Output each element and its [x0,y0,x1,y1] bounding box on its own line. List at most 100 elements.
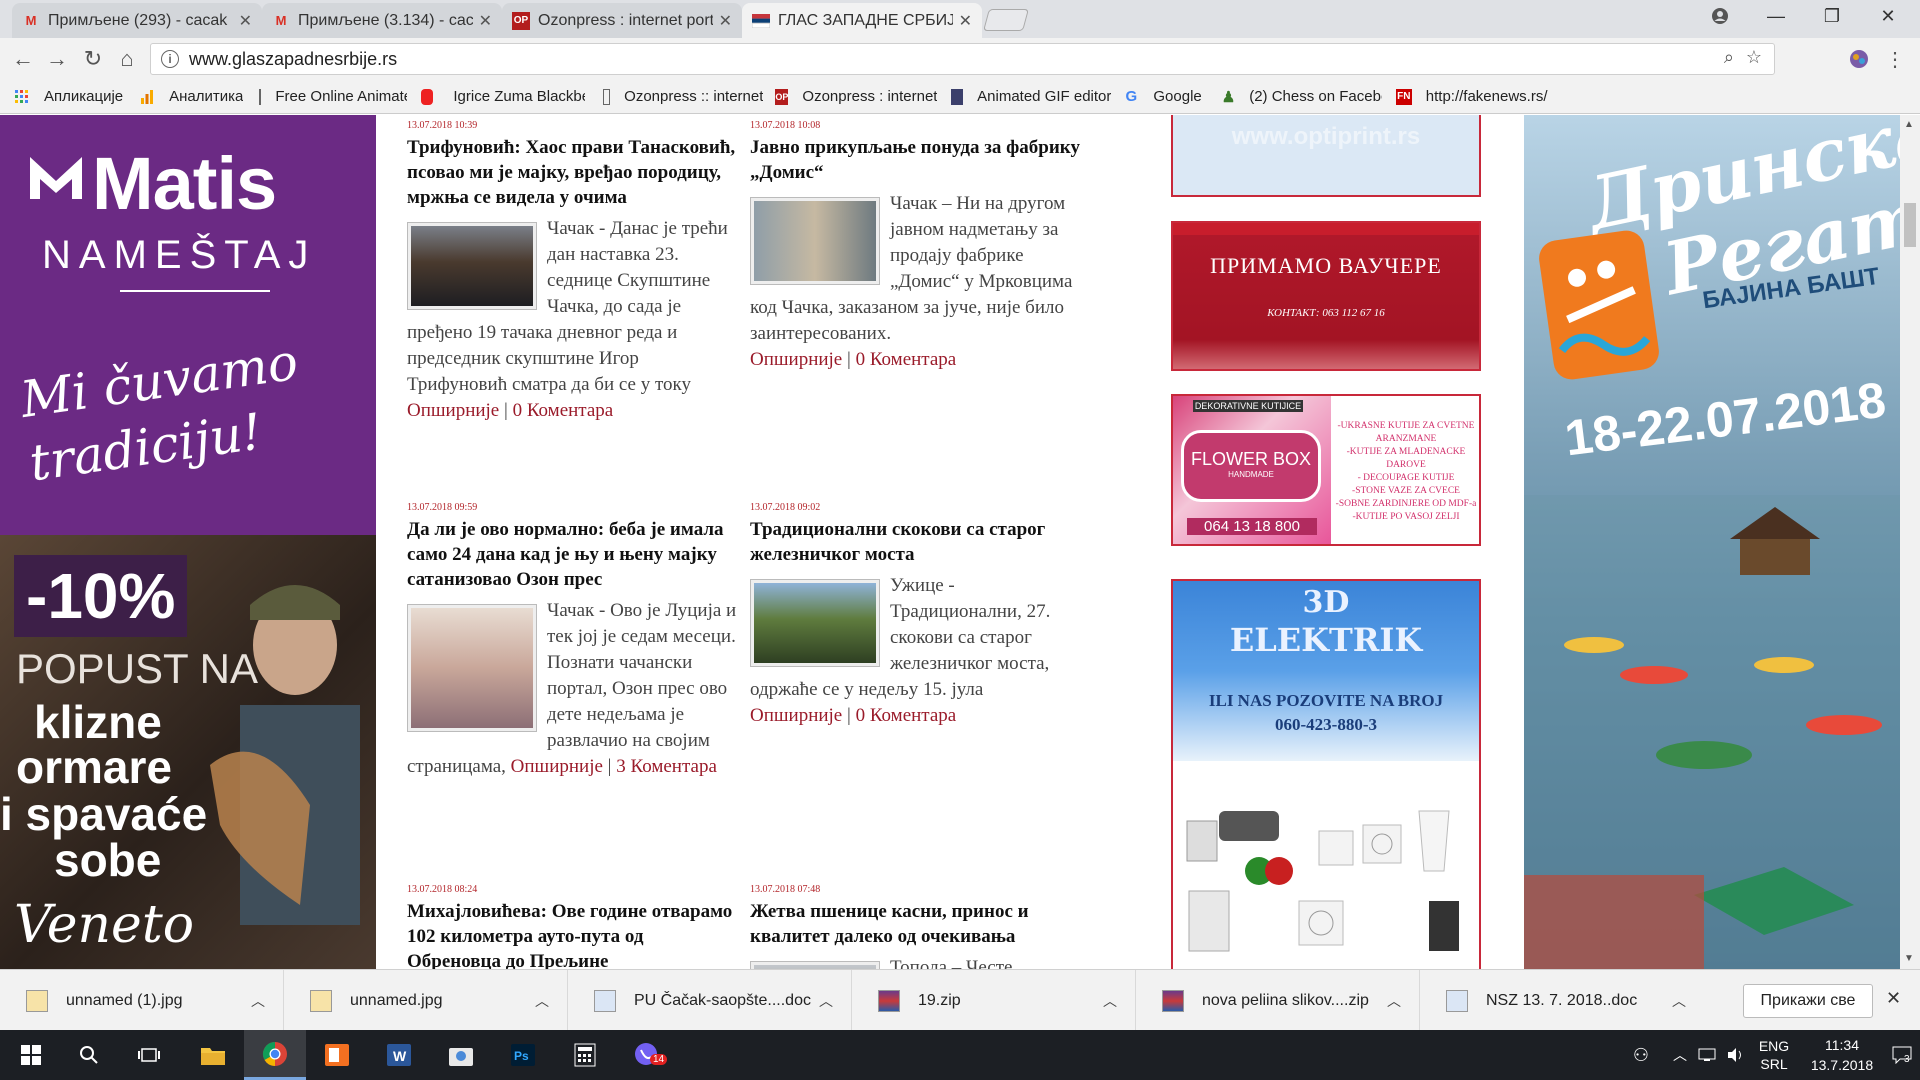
forward-button[interactable]: → [42,45,72,73]
extension-icon[interactable] [1844,45,1874,73]
article-thumbnail[interactable] [407,222,537,310]
scrollbar-thumb[interactable] [1904,203,1916,247]
new-tab-button[interactable] [983,9,1029,31]
show-all-downloads-button[interactable]: Прикажи све [1743,984,1873,1018]
ad-vouchers[interactable]: ПРИМАМО ВАУЧЕРЕ КОНТАКТ: 063 112 67 16 [1171,221,1481,371]
ad-flower-box[interactable]: DEKORATIVNE KUTIJICE FLOWER BOX HANDMADE… [1171,394,1481,546]
ad-optiprint[interactable]: www.optiprint.rs [1171,115,1481,197]
bookmark-ozonpress-internet[interactable]: Ozonpress :: internet [603,88,763,105]
chevron-up-icon[interactable]: ︿ [1387,991,1401,1011]
ad-3d-elektrik[interactable]: 3D ELEKTRIK ILI NAS POZOVITE NA BROJ 060… [1171,579,1481,969]
read-more-link[interactable]: Опширније [750,705,842,726]
elektrik-name: ELEKTRIK [1229,621,1423,659]
bookmark-igrice-zuma[interactable]: Igrice Zuma Blackbe [453,88,585,105]
chevron-up-icon[interactable]: ︿ [251,991,265,1011]
search-icon[interactable] [58,1030,120,1080]
article-title[interactable]: Јавно прикупљање понуда за фабрику „Доми… [750,135,1080,185]
tab-ozonpress[interactable]: OP Ozonpress : internet port ✕ [502,3,742,38]
language-indicator[interactable]: ENG SRL [1750,1030,1798,1080]
bookmark-animated-gif-editor[interactable]: Animated GIF editor [951,88,1111,105]
chrome-icon[interactable] [244,1030,306,1080]
bookmark-apps[interactable]: Апликације [14,88,123,105]
zoom-search-icon[interactable]: ⌕ [1724,47,1734,68]
info-icon[interactable]: i [161,50,179,68]
article-title[interactable]: Традиционални скокови са старог железнич… [750,517,1080,567]
chevron-up-icon[interactable]: ︿ [1103,991,1117,1011]
bookmark-ozonpress-internet-2[interactable]: OP Ozonpress : internet [775,88,937,105]
back-button[interactable]: ← [8,45,38,73]
tab-gmail-1[interactable]: M Примљене (293) - cacak ✕ [12,3,262,38]
people-icon[interactable]: ⚇ [1626,1030,1656,1080]
tab-glas-zapadne-srbije[interactable]: ГЛАС ЗАПАДНЕ СРБИЈЕ ✕ [742,3,982,38]
star-icon[interactable]: ☆ [1746,47,1762,68]
download-item[interactable]: NSZ 13. 7. 2018..doc ︿ [1420,970,1704,1031]
ad-matis-top: Matis NAMEŠTAJ Mi čuvamo tradiciju! [0,115,376,535]
ad-matis-banner[interactable]: Matis NAMEŠTAJ Mi čuvamo tradiciju! -10%… [0,115,376,969]
article-thumbnail[interactable] [750,961,880,969]
zip-file-icon [878,989,900,1012]
article-thumbnail[interactable] [407,604,537,732]
download-item[interactable]: unnamed.jpg ︿ [284,970,568,1031]
close-window-button[interactable]: ✕ [1860,0,1916,32]
download-item[interactable]: 19.zip ︿ [852,970,1136,1031]
download-name: NSZ 13. 7. 2018..doc [1486,991,1638,1009]
bookmark-free-online-animate[interactable]: Free Online Animate [259,88,407,105]
volume-icon[interactable] [1722,1030,1748,1080]
close-tab-icon[interactable]: ✕ [479,11,492,31]
start-button[interactable] [0,1030,62,1080]
task-view-icon[interactable] [118,1030,180,1080]
calculator-icon[interactable] [554,1030,616,1080]
article-title[interactable]: Михајловићева: Ове године отварамо 102 к… [407,899,737,969]
reload-button[interactable]: ↻ [78,45,108,73]
comments-link[interactable]: 0 Коментара [513,400,614,421]
article-thumbnail[interactable] [750,579,880,667]
bookmark-red-app[interactable] [421,88,447,105]
tab-gmail-2[interactable]: M Примљене (3.134) - caca ✕ [262,3,502,38]
tray-chevron-icon[interactable]: ︿ [1668,1030,1692,1080]
article-title[interactable]: Жетва пшенице касни, принос и квалитет д… [750,899,1080,949]
read-more-link[interactable]: Опширније [511,756,603,777]
bookmark-fakenews[interactable]: FN http://fakenews.rs/ [1395,88,1548,105]
action-center-icon[interactable]: 3 [1884,1030,1920,1080]
bookmark-chess[interactable]: ♟ (2) Chess on Facebo [1222,88,1382,105]
article-title[interactable]: Да ли је ово нормално: беба је имала сам… [407,517,737,592]
comments-link[interactable]: 0 Коментара [856,349,957,370]
chevron-up-icon[interactable]: ︿ [819,991,833,1011]
close-downloads-icon[interactable]: ✕ [1886,988,1901,1009]
download-item[interactable]: PU Čačak-saopšte....doc ︿ [568,970,852,1031]
scroll-down-icon[interactable]: ▼ [1904,953,1914,964]
comments-link[interactable]: 3 Коментара [616,756,717,777]
address-bar[interactable]: i www.glaszapadnesrbije.rs ⌕ ☆ [150,43,1775,75]
word-icon[interactable]: W [368,1030,430,1080]
close-tab-icon[interactable]: ✕ [959,11,972,31]
file-explorer-icon[interactable] [182,1030,244,1080]
bookmark-google[interactable]: G Google [1123,88,1202,105]
paint-icon[interactable] [430,1030,492,1080]
close-tab-icon[interactable]: ✕ [239,11,252,31]
read-more-link[interactable]: Опширније [407,400,499,421]
comments-link[interactable]: 0 Коментара [856,705,957,726]
home-button[interactable]: ⌂ [112,45,142,73]
download-item[interactable]: unnamed (1).jpg ︿ [0,970,284,1031]
viber-icon[interactable]: 14 [616,1030,678,1080]
scroll-up-icon[interactable]: ▲ [1904,119,1914,130]
chevron-up-icon[interactable]: ︿ [1672,991,1686,1011]
article-title[interactable]: Трифуновић: Хаос прави Танасковић, псова… [407,135,737,210]
network-icon[interactable] [1694,1030,1720,1080]
clock[interactable]: 11:34 13.7.2018 [1800,1030,1884,1080]
read-more-link[interactable]: Опширније [750,349,842,370]
profile-icon[interactable] [1692,0,1748,32]
powerpoint-icon[interactable] [306,1030,368,1080]
chevron-up-icon[interactable]: ︿ [535,991,549,1011]
article-thumbnail[interactable] [750,197,880,285]
flower-phone: 064 13 18 800 [1187,518,1317,535]
maximize-button[interactable]: ❐ [1804,0,1860,32]
close-tab-icon[interactable]: ✕ [719,11,732,31]
photoshop-icon[interactable]: Ps [492,1030,554,1080]
menu-icon[interactable]: ⋮ [1880,45,1910,73]
page-scrollbar[interactable]: ▲ ▼ [1900,115,1920,969]
bookmark-analytics[interactable]: Аналитика [139,88,243,105]
ad-drina-regatta[interactable]: Дринска Регата БАЈИНА БАШТ 18-22.07.2018 [1524,115,1920,969]
minimize-button[interactable]: — [1748,0,1804,32]
download-item[interactable]: nova peliina slikov....zip ︿ [1136,970,1420,1031]
